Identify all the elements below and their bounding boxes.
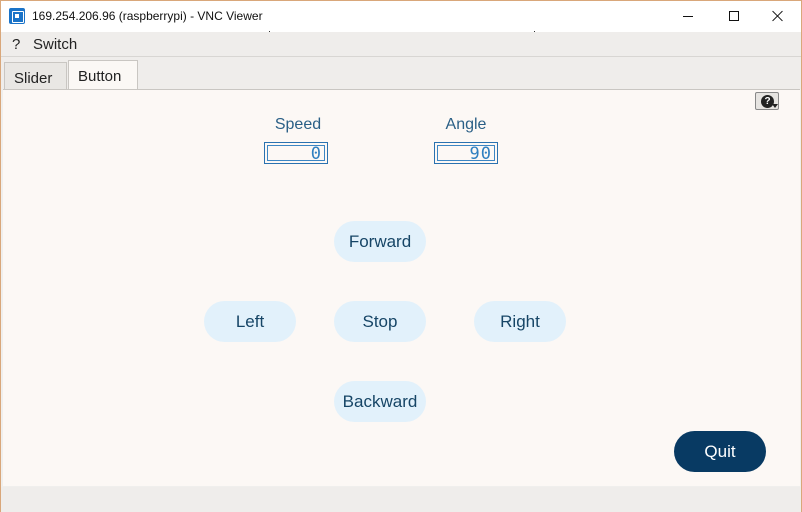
title-bar[interactable]: 169.254.206.96 (raspberrypi) - VNC Viewe… bbox=[1, 1, 801, 32]
tab-button[interactable]: Button bbox=[68, 60, 138, 92]
left-button[interactable]: Left bbox=[204, 301, 296, 342]
minimize-button[interactable] bbox=[665, 1, 711, 32]
window-title: 169.254.206.96 (raspberrypi) - VNC Viewe… bbox=[32, 9, 263, 23]
forward-button[interactable]: Forward bbox=[334, 221, 426, 262]
vnc-viewer-window: 169.254.206.96 (raspberrypi) - VNC Viewe… bbox=[0, 0, 802, 512]
minimize-icon bbox=[683, 16, 693, 17]
right-button[interactable]: Right bbox=[474, 301, 566, 342]
quit-button[interactable]: Quit bbox=[674, 431, 766, 472]
help-button[interactable]: ? bbox=[755, 92, 779, 110]
angle-display: 90 bbox=[434, 142, 498, 164]
maximize-icon bbox=[729, 11, 739, 21]
speed-display: 0 bbox=[264, 142, 328, 164]
speed-value: 0 bbox=[310, 144, 322, 164]
speed-label: Speed bbox=[274, 116, 322, 133]
tab-slider[interactable]: Slider bbox=[4, 62, 67, 90]
vnc-viewer-icon bbox=[9, 8, 25, 24]
close-icon bbox=[772, 10, 784, 22]
status-bar bbox=[1, 487, 801, 512]
menu-bar: ? Switch bbox=[1, 32, 801, 57]
stop-button[interactable]: Stop bbox=[334, 301, 426, 342]
maximize-button[interactable] bbox=[711, 1, 757, 32]
angle-label: Angle bbox=[445, 116, 487, 133]
tab-bar: Slider Button bbox=[1, 57, 801, 92]
chevron-down-icon bbox=[772, 104, 778, 108]
button-tab-panel: ? Speed 0 Angle 90 Forward Left Stop Rig… bbox=[3, 89, 800, 486]
backward-button[interactable]: Backward bbox=[334, 381, 426, 422]
close-button[interactable] bbox=[755, 1, 801, 32]
menu-switch[interactable]: Switch bbox=[33, 36, 77, 53]
angle-value: 90 bbox=[469, 144, 492, 164]
menu-help[interactable]: ? bbox=[12, 36, 20, 53]
